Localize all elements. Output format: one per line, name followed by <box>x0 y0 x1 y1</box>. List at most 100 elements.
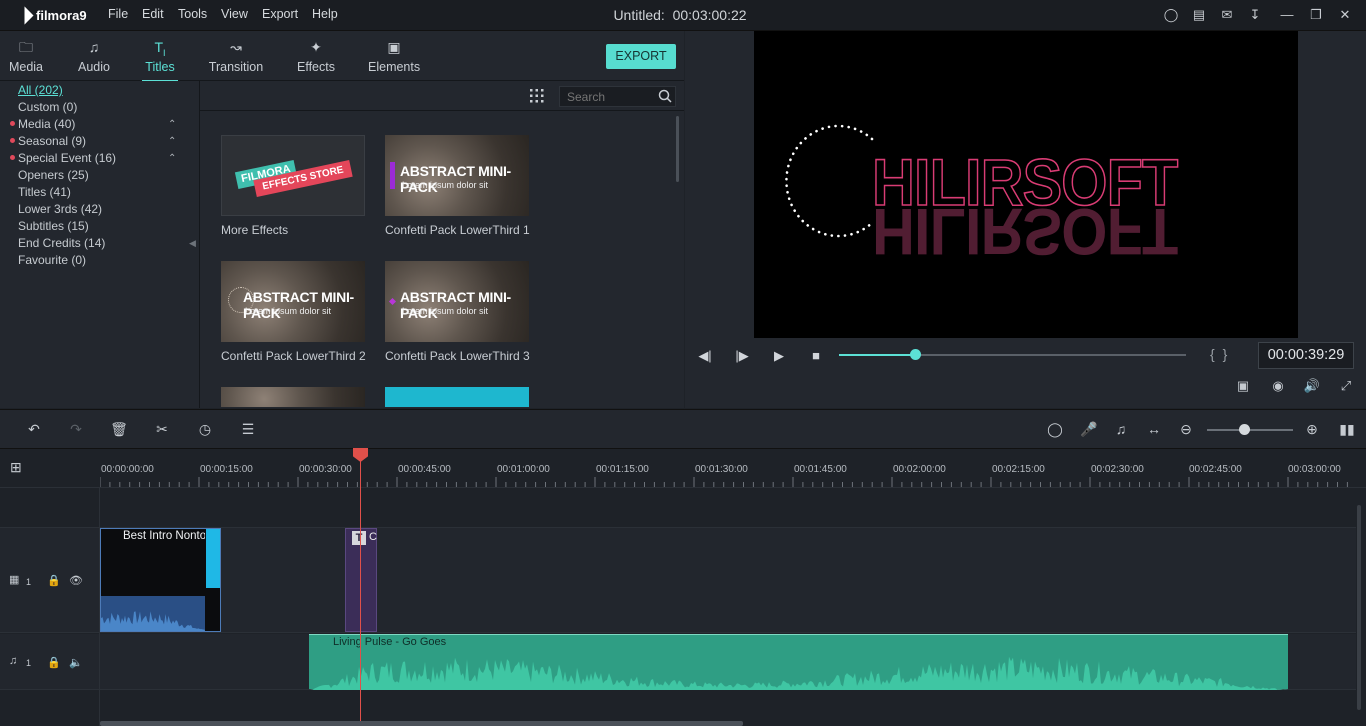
category-lower-3rds[interactable]: Lower 3rds (42) <box>18 201 102 217</box>
stop-icon[interactable]: ■ <box>806 346 826 366</box>
thumbnail-title: ABSTRACT MINI-PACK <box>400 289 511 321</box>
ruler-tick-label: 00:00:00:00 <box>101 464 154 475</box>
thumbnail-confetti-1[interactable]: ABSTRACT MINI-PACK Lorem ipsum dolor sit <box>385 135 529 216</box>
save-icon[interactable]: ▤ <box>1190 6 1208 24</box>
cut-icon[interactable]: ✂ <box>152 419 172 439</box>
zoom-slider-track[interactable] <box>1207 429 1293 431</box>
export-button[interactable]: EXPORT <box>606 44 676 69</box>
title-clip-label: C <box>369 531 377 543</box>
thumbnail-partial[interactable] <box>385 387 529 407</box>
chevron-up-icon[interactable]: ⌃ <box>168 120 177 130</box>
layout-toggle-icon[interactable]: ▮▮ <box>1337 419 1357 439</box>
thumbnail-subtitle: Lorem ipsum dolor sit <box>245 306 332 316</box>
close-icon[interactable]: ✕ <box>1336 6 1354 24</box>
lock-icon[interactable]: 🔒 <box>47 656 61 669</box>
video-clip-audio-wave <box>101 596 205 631</box>
zoom-in-icon[interactable]: ⊕ <box>1302 419 1322 439</box>
search-icon[interactable] <box>657 88 673 104</box>
adjust-icon[interactable]: ☰ <box>238 419 258 439</box>
snapshot-icon[interactable]: ◉ <box>1268 376 1288 396</box>
thumbnail-more-effects[interactable]: FILMORA EFFECTS STORE <box>221 135 365 216</box>
folder-icon: 🗀 <box>19 39 33 55</box>
menu-export[interactable]: Export <box>262 7 298 21</box>
menu-help[interactable]: Help <box>312 7 338 21</box>
category-media[interactable]: Media (40) <box>18 116 75 132</box>
preview-title-reflection: HILIRSOFT <box>872 195 1178 269</box>
redo-icon[interactable]: ↷ <box>66 419 86 439</box>
menu-tools[interactable]: Tools <box>178 7 207 21</box>
category-subtitles[interactable]: Subtitles (15) <box>18 218 89 234</box>
library-scrollbar[interactable] <box>676 116 679 182</box>
menu-view[interactable]: View <box>221 7 248 21</box>
next-frame-icon[interactable]: |▶ <box>732 346 752 366</box>
restore-icon[interactable]: ❐ <box>1307 6 1325 24</box>
ruler-tick-label: 00:00:30:00 <box>299 464 352 475</box>
tab-label: Audio <box>78 60 110 74</box>
thumbnail-subtitle: Lorem ipsum dolor sit <box>402 306 489 316</box>
undo-icon[interactable]: ↶ <box>24 419 44 439</box>
menu-file[interactable]: File <box>108 7 128 21</box>
eye-icon[interactable]: 👁 <box>69 574 83 587</box>
category-special-event[interactable]: Special Event (16) <box>18 150 116 166</box>
mail-icon[interactable]: ✉ <box>1218 6 1236 24</box>
menu-edit[interactable]: Edit <box>142 7 164 21</box>
category-favourite[interactable]: Favourite (0) <box>18 252 86 268</box>
fit-timeline-icon[interactable]: ↔ <box>1144 419 1164 439</box>
category-custom[interactable]: Custom (0) <box>18 99 77 115</box>
chevron-up-icon[interactable]: ⌃ <box>168 137 177 147</box>
play-icon[interactable]: ▶ <box>769 346 789 366</box>
thumbnail-confetti-3[interactable]: ABSTRACT MINI-PACK Lorem ipsum dolor sit <box>385 261 529 342</box>
volume-icon[interactable]: 🔊 <box>1302 376 1322 396</box>
in-out-markers-icon[interactable]: {} <box>1210 346 1235 362</box>
previous-frame-icon[interactable]: ◀​| <box>695 346 715 366</box>
tab-label: Effects <box>297 60 335 74</box>
speed-icon[interactable]: ◷ <box>195 419 215 439</box>
audio-clip[interactable] <box>309 634 1288 690</box>
grid-view-icon[interactable] <box>530 89 544 103</box>
category-seasonal[interactable]: Seasonal (9) <box>18 133 86 149</box>
thumbnail-partial[interactable] <box>221 387 365 407</box>
delete-icon[interactable]: 🗑 <box>109 419 129 439</box>
category-titles[interactable]: Titles (41) <box>18 184 71 200</box>
category-end-credits[interactable]: End Credits (14) <box>18 235 105 251</box>
zoom-out-icon[interactable]: ⊖ <box>1176 419 1196 439</box>
microphone-icon[interactable]: 🎤 <box>1079 419 1099 439</box>
thumbnail-label: Confetti Pack LowerThird 3 <box>385 349 530 363</box>
collapse-panel-icon[interactable]: ◀ <box>189 238 196 249</box>
timeline-horizontal-scrollbar[interactable] <box>100 721 743 726</box>
download-icon[interactable]: ↧ <box>1246 6 1264 24</box>
ruler-tick-label: 00:02:30:00 <box>1091 464 1144 475</box>
tab-elements[interactable]: ▣ Elements <box>368 31 420 81</box>
account-icon[interactable]: ◯ <box>1162 6 1180 24</box>
add-track-icon[interactable]: ⊞ <box>10 459 22 476</box>
app-name: filmora9 <box>36 7 87 23</box>
text-icon: TI <box>154 39 166 58</box>
tab-audio[interactable]: ♫ Audio <box>76 31 112 81</box>
lock-icon[interactable]: 🔒 <box>47 574 61 587</box>
speaker-icon[interactable]: 🔈 <box>69 656 83 669</box>
ruler-tick-label: 00:02:45:00 <box>1189 464 1242 475</box>
marker-icon[interactable]: ◯ <box>1045 419 1065 439</box>
fullscreen-icon[interactable]: ⤢ <box>1336 376 1356 396</box>
category-all[interactable]: All (202) <box>18 82 63 98</box>
music-note-icon: ♫ <box>88 39 100 55</box>
minimize-icon[interactable]: — <box>1278 6 1296 24</box>
zoom-slider-knob[interactable] <box>1239 424 1250 435</box>
thumbnail-label: Confetti Pack LowerThird 2 <box>221 349 366 363</box>
ruler-tick-label: 00:02:15:00 <box>992 464 1045 475</box>
category-openers[interactable]: Openers (25) <box>18 167 89 183</box>
tab-label: Media <box>8 60 44 74</box>
tab-effects[interactable]: ✦ Effects <box>296 31 336 81</box>
display-settings-icon[interactable]: ▣ <box>1233 376 1253 396</box>
playhead-line[interactable] <box>360 450 361 726</box>
thumbnail-title: ABSTRACT MINI-PACK <box>400 163 511 195</box>
chevron-up-icon[interactable]: ⌃ <box>168 154 177 164</box>
tab-transition[interactable]: ↝ Transition <box>208 31 264 81</box>
thumbnail-label: Confetti Pack LowerThird 1 <box>385 223 530 237</box>
thumbnail-confetti-2[interactable]: ABSTRACT MINI-PACK Lorem ipsum dolor sit <box>221 261 365 342</box>
timeline-vertical-scrollbar[interactable] <box>1357 505 1361 710</box>
accent-bar <box>390 162 395 189</box>
tab-titles[interactable]: TI Titles <box>142 31 178 82</box>
audio-mixer-icon[interactable]: ♫ <box>1111 419 1131 439</box>
tab-media[interactable]: 🗀 Media <box>8 31 44 81</box>
